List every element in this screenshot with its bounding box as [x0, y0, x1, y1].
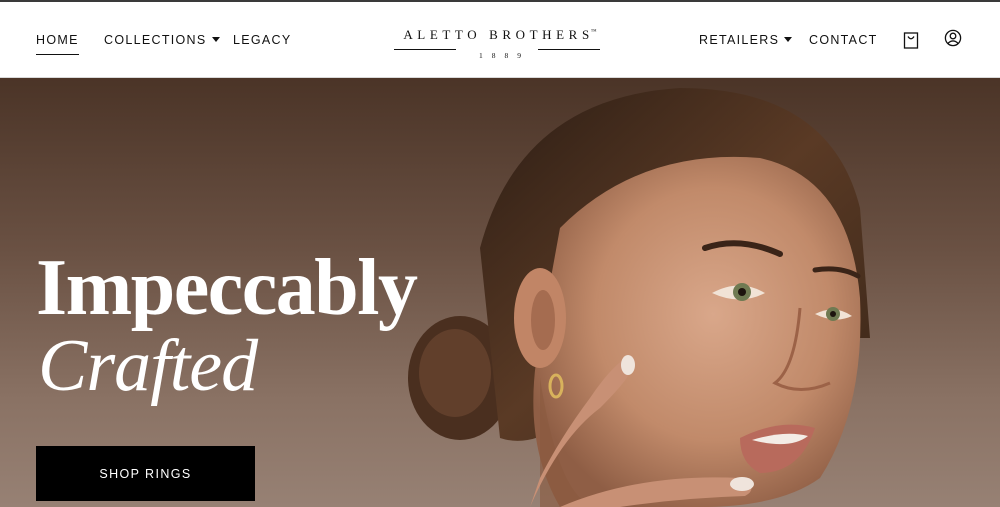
- logo-wordmark: ALETTO BROTHERS™: [388, 24, 612, 43]
- chevron-down-icon: [211, 37, 220, 42]
- chevron-down-icon: [784, 37, 793, 42]
- shopping-bag-icon[interactable]: [901, 30, 921, 50]
- nav-retailers-label: RETAILERS: [699, 33, 780, 47]
- logo-rule-right: [538, 49, 600, 50]
- shop-rings-button[interactable]: SHOP RINGS: [36, 446, 255, 501]
- nav-retailers-link[interactable]: RETAILERS: [699, 33, 793, 47]
- nav-collections-label: COLLECTIONS: [104, 33, 207, 47]
- nav-legacy-link[interactable]: LEGACY: [233, 33, 292, 47]
- brand-logo[interactable]: ALETTO BROTHERS™ 1889: [388, 24, 612, 60]
- logo-year-row: 1889: [388, 45, 612, 60]
- nav-home-link[interactable]: HOME: [36, 33, 79, 55]
- nav-collections-link[interactable]: COLLECTIONS: [104, 33, 220, 47]
- hero-headline-line1: Impeccably: [36, 244, 418, 332]
- logo-trademark: ™: [590, 29, 597, 35]
- logo-rule-left: [394, 49, 456, 50]
- logo-name-text: ALETTO BROTHERS: [403, 27, 594, 42]
- account-icon[interactable]: [943, 28, 963, 48]
- hero-banner: Impeccably Crafted SHOP RINGS: [0, 78, 1000, 507]
- site-header: HOME COLLECTIONS LEGACY ALETTO BROTHERS™…: [0, 2, 1000, 78]
- nav-contact-link[interactable]: CONTACT: [809, 33, 878, 47]
- logo-year: 1889: [479, 51, 530, 60]
- hero-headline-line2: Crafted: [38, 325, 258, 407]
